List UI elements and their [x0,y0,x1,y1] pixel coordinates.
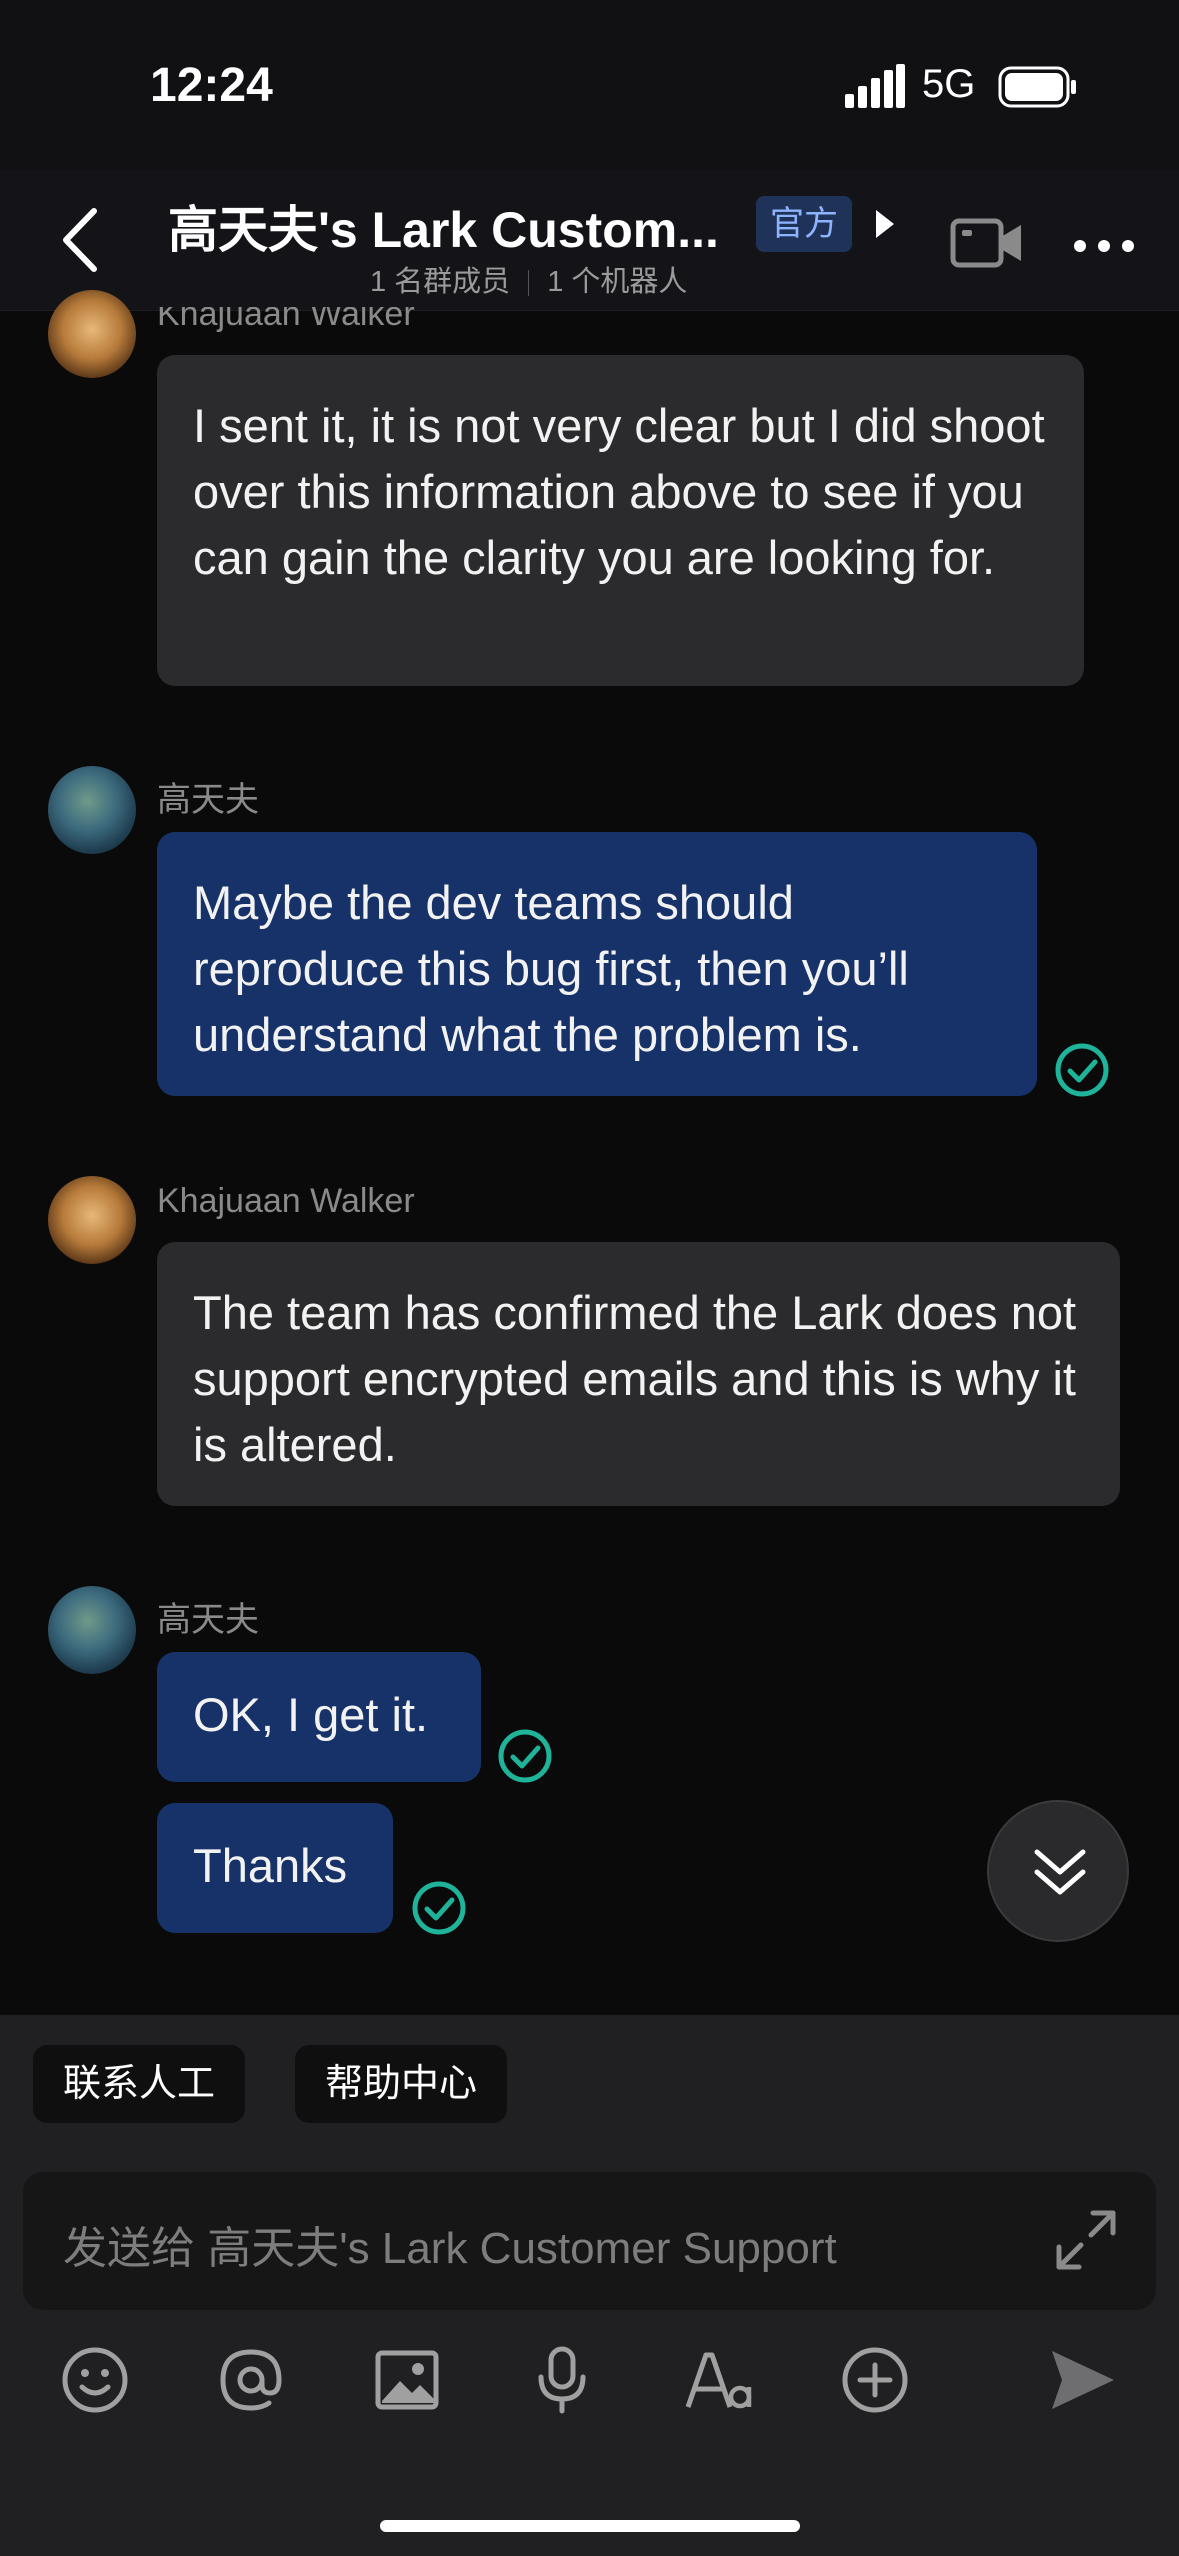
message-bubble[interactable]: I sent it, it is not very clear but I di… [157,355,1084,686]
message-input-placeholder: 发送给 高天夫's Lark Customer Support [63,2224,837,2273]
avatar-khajuaan-walker[interactable] [48,290,136,378]
mention-icon[interactable] [216,2345,286,2415]
member-count: 1 名群成员 [370,266,511,298]
sender-name: Khajuaan Walker [157,1182,415,1220]
status-bar: 12:24 5G [0,0,1179,170]
scroll-to-bottom-button[interactable] [987,1800,1129,1942]
sender-name: 高天夫 [157,781,259,819]
emoji-icon[interactable] [60,2345,130,2415]
chat-title[interactable]: 高天夫's Lark Custom... [168,190,719,262]
signal-icon [845,64,905,108]
add-icon[interactable] [840,2345,910,2415]
message-bubble[interactable]: Maybe the dev teams should reproduce thi… [157,832,1037,1096]
double-chevron-down-icon [1034,1849,1086,1895]
send-icon[interactable] [1048,2345,1118,2415]
subtitle-divider [528,270,530,297]
home-indicator[interactable] [380,2520,800,2532]
quick-action-contact-agent[interactable]: 联系人工 [33,2045,246,2123]
video-call-icon[interactable] [950,215,1024,271]
composer-panel: 联系人工 帮助中心 发送给 高天夫's Lark Customer Suppor… [0,2015,1179,2556]
message-bubble[interactable]: OK, I get it. [157,1652,481,1782]
text-format-icon[interactable] [684,2345,754,2415]
avatar-gao-tianfu[interactable] [48,1586,136,1674]
bot-count: 1 个机器人 [547,266,688,298]
back-arrow-icon[interactable] [60,205,100,275]
more-options-icon[interactable] [1072,238,1136,254]
chat-header: 高天夫's Lark Custom... 官方 1 名群成员 1 个机器人 [0,170,1179,311]
message-bubble[interactable]: The team has confirmed the Lark does not… [157,1242,1120,1506]
read-check-icon [498,1729,552,1783]
battery-icon [998,66,1076,108]
read-check-icon [412,1881,466,1935]
read-check-icon [1055,1043,1109,1097]
message-bubble[interactable]: Thanks [157,1803,393,1933]
chat-subtitle[interactable]: 1 名群成员 1 个机器人 [370,258,687,300]
quick-action-help-center[interactable]: 帮助中心 [295,2045,508,2123]
avatar-khajuaan-walker[interactable] [48,1176,136,1264]
expand-icon[interactable] [1053,2207,1119,2273]
image-icon[interactable] [372,2345,442,2415]
network-type: 5G [922,62,976,106]
status-time: 12:24 [150,59,273,112]
sender-name: 高天夫 [157,1601,259,1639]
avatar-gao-tianfu[interactable] [48,766,136,854]
official-badge: 官方 [756,196,852,252]
message-input[interactable]: 发送给 高天夫's Lark Customer Support [23,2172,1156,2310]
chat-info-arrow-icon[interactable] [876,210,894,238]
microphone-icon[interactable] [527,2345,597,2415]
